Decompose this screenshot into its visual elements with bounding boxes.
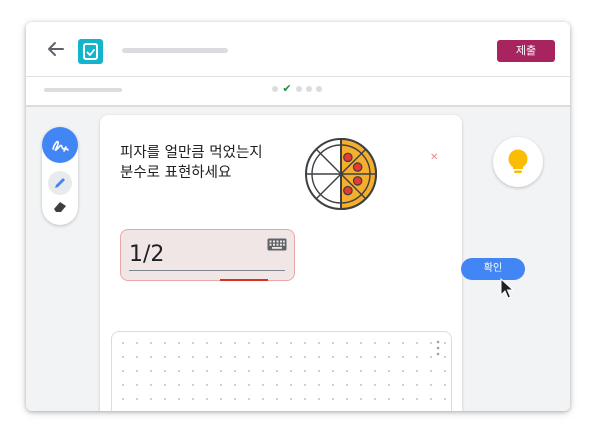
top-app-bar: 제출 — [26, 22, 570, 77]
error-underline — [220, 279, 268, 281]
progress-bar-row: ✔ — [26, 77, 570, 107]
scratchpad-canvas[interactable] — [111, 331, 452, 411]
progress-indicator: ✔ — [272, 83, 322, 95]
subtitle-placeholder-bar — [44, 88, 122, 92]
handwriting-icon — [52, 140, 69, 152]
pepperoni — [352, 176, 363, 186]
pen-icon — [55, 178, 65, 188]
app-window: 제출 ✔ 피자를 얼만큼 먹었는지 분수로 표현하세요 ✕ 1/2 확인 — [26, 22, 570, 411]
check-answer-button[interactable]: 확인 — [461, 258, 525, 280]
title-placeholder-bar — [122, 48, 228, 53]
answer-underline — [129, 270, 285, 271]
pizza-illustration — [305, 137, 377, 211]
eraser-icon — [54, 202, 66, 212]
progress-check-icon: ✔ — [282, 82, 292, 95]
hint-button[interactable] — [493, 137, 543, 187]
question-line-2: 분수로 표현하세요 — [120, 165, 232, 181]
pepperoni — [343, 185, 353, 196]
answer-box — [120, 229, 295, 281]
progress-dot — [272, 86, 278, 92]
progress-dot — [306, 86, 312, 92]
app-logo — [78, 39, 103, 64]
answer-input[interactable] — [129, 240, 257, 268]
question-card: 피자를 얼만큼 먹었는지 분수로 표현하세요 ✕ — [100, 115, 462, 411]
pepperoni — [352, 162, 363, 172]
mouse-cursor-icon — [500, 278, 515, 299]
progress-dot — [296, 86, 302, 92]
progress-dot — [316, 86, 322, 92]
question-line-1: 피자를 얼만큼 먹었는지 — [120, 145, 263, 161]
submit-button[interactable]: 제출 — [497, 40, 555, 62]
pepperoni — [343, 152, 353, 163]
document-check-icon — [83, 43, 98, 60]
eraser-tool-button[interactable] — [42, 193, 78, 223]
workspace: 피자를 얼만큼 먹었는지 분수로 표현하세요 ✕ 1/2 확인 — [26, 107, 570, 411]
drawing-toolbar — [42, 127, 78, 225]
close-icon[interactable]: ✕ — [430, 153, 440, 163]
lightbulb-icon — [508, 149, 528, 173]
question-text: 피자를 얼만큼 먹었는지 분수로 표현하세요 — [120, 143, 310, 183]
keyboard-icon[interactable] — [267, 238, 287, 251]
handwriting-tool-button[interactable] — [42, 127, 78, 163]
back-arrow-icon[interactable] — [46, 39, 66, 59]
more-vertical-icon[interactable] — [436, 340, 440, 356]
